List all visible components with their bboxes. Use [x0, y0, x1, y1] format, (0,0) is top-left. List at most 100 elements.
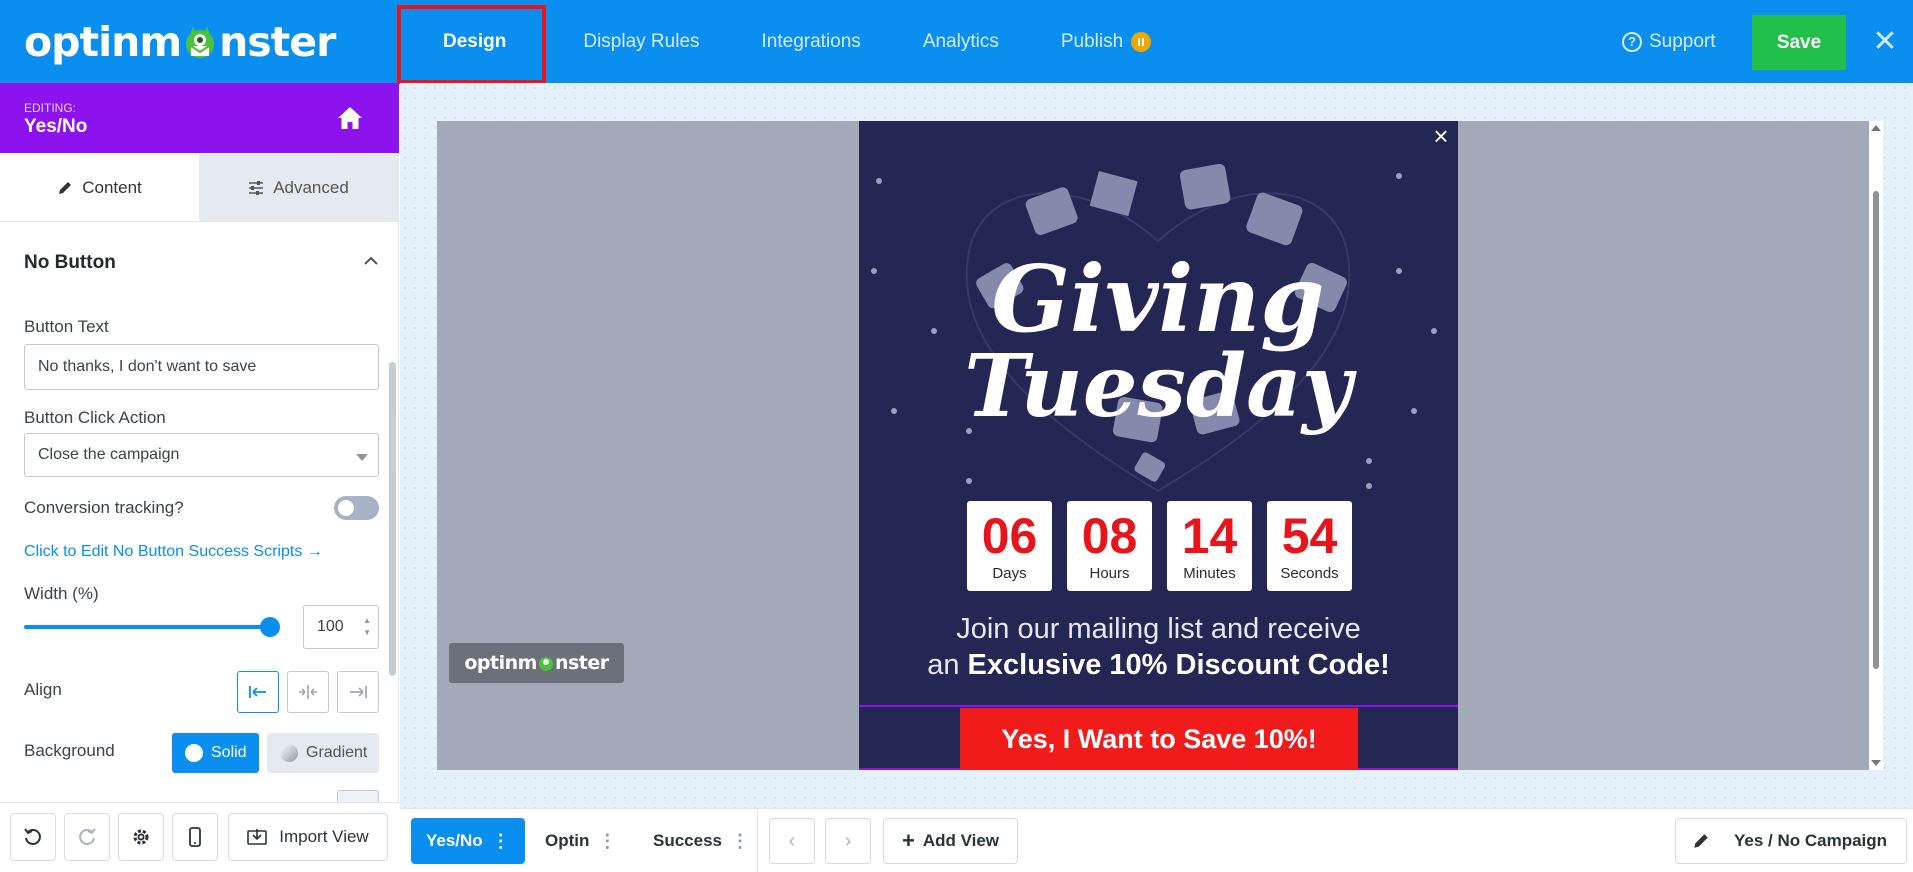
countdown-seconds-label: Seconds: [1280, 565, 1339, 582]
cta-selected-block[interactable]: Yes, I Want to Save 10%!: [859, 705, 1458, 770]
close-icon[interactable]: ✕: [1871, 24, 1899, 60]
support-link[interactable]: ? Support: [1622, 0, 1716, 83]
tab-advanced-label: Advanced: [273, 177, 349, 197]
gear-icon: [133, 829, 149, 845]
solid-dot-icon: [185, 744, 203, 762]
giving-tuesday-heart-art: Giving Tuesday: [871, 163, 1437, 493]
campaign-name-label: Yes / No Campaign: [1734, 831, 1888, 850]
badge-text-right: nster: [554, 652, 609, 674]
chevron-up-icon[interactable]: [362, 252, 380, 270]
divider: [757, 809, 758, 872]
promo-line-2-prefix: an: [927, 649, 968, 681]
view-tab-success[interactable]: Success ⋮: [638, 818, 764, 864]
countdown-seconds: 54 Seconds: [1267, 501, 1352, 591]
yes-cta-button[interactable]: Yes, I Want to Save 10%!: [960, 708, 1358, 770]
promo-line-1: Join our mailing list and receive: [956, 613, 1361, 645]
art-title-tuesday: Tuesday: [964, 336, 1357, 437]
prev-view-button[interactable]: ‹: [769, 818, 815, 864]
tab-advanced[interactable]: Advanced: [199, 153, 398, 222]
optinmonster-logo[interactable]: optinm nster: [24, 18, 336, 66]
gradient-dot-icon: [280, 744, 298, 762]
save-button[interactable]: Save: [1752, 15, 1846, 70]
pencil-icon: [1694, 834, 1708, 848]
editing-name: Yes/No: [24, 116, 88, 137]
click-action-label: Button Click Action: [24, 408, 166, 427]
view-tab-optin[interactable]: Optin ⋮: [530, 818, 631, 864]
width-slider-track[interactable]: [24, 625, 270, 629]
add-view-button[interactable]: + Add View: [883, 818, 1018, 864]
import-view-button[interactable]: Import View: [228, 813, 388, 861]
background-label: Background: [24, 741, 115, 760]
view-tab-yes-no[interactable]: Yes/No ⋮: [411, 818, 525, 864]
countdown-hours-label: Hours: [1089, 565, 1130, 582]
import-view-label: Import View: [279, 827, 369, 846]
button-text-input[interactable]: No thanks, I don't want to save: [24, 344, 379, 390]
kebab-menu-icon[interactable]: ⋮: [492, 832, 510, 850]
editing-header: EDITING: Yes/No: [0, 83, 399, 153]
click-action-select[interactable]: Close the campaign: [24, 433, 379, 477]
nav-analytics-label: Analytics: [922, 30, 999, 52]
promo-line-2-bold: Exclusive 10% Discount Code!: [967, 649, 1390, 681]
view-tab-optin-label: Optin: [545, 831, 590, 850]
panel-body: No Button Button Text No thanks, I don't…: [0, 222, 399, 802]
nav-integrations[interactable]: Integrations: [731, 0, 892, 83]
bg-gradient-label: Gradient: [306, 744, 368, 761]
conversion-toggle[interactable]: [334, 496, 379, 520]
success-scripts-link[interactable]: Click to Edit No Button Success Scripts …: [24, 543, 323, 561]
align-center-button[interactable]: [287, 671, 329, 713]
panel-scrollbar[interactable]: [389, 222, 396, 802]
mobile-icon: [189, 827, 201, 847]
campaign-popup: × Giving Tuesday 06 Days 08 Hours 14 Min…: [859, 121, 1458, 770]
sliders-icon: [249, 180, 264, 195]
section-title[interactable]: No Button: [24, 252, 116, 274]
preview-scrollbar-thumb[interactable]: [1873, 191, 1879, 669]
logo-text-right: nster: [219, 18, 336, 66]
nav-display-rules-label: Display Rules: [583, 30, 700, 52]
sidebar-toolbar: Import View: [0, 802, 399, 872]
nav-publish[interactable]: Publish: [1030, 0, 1182, 83]
align-right-button[interactable]: [337, 671, 379, 713]
bg-gradient-button[interactable]: Gradient: [267, 733, 379, 773]
redo-button[interactable]: [64, 813, 110, 861]
width-number-input[interactable]: 100 ▲ ▼: [303, 605, 379, 649]
nav-analytics[interactable]: Analytics: [892, 0, 1030, 83]
countdown-hours-value: 08: [1081, 508, 1138, 564]
caret-down-icon: [356, 454, 368, 461]
plus-icon: +: [901, 828, 915, 853]
help-circle-icon: ?: [1622, 31, 1642, 52]
panel-scrollbar-thumb[interactable]: [389, 362, 396, 676]
import-icon: [247, 829, 268, 845]
spinner-arrows-icon[interactable]: ▲ ▼: [363, 615, 371, 639]
promo-line-2: an Exclusive 10% Discount Code!: [859, 647, 1458, 683]
badge-text-left: optinm: [464, 652, 537, 674]
redo-icon: [79, 828, 96, 845]
color-swatch[interactable]: [337, 790, 379, 802]
conversion-label: Conversion tracking?: [24, 498, 184, 517]
promo-text[interactable]: Join our mailing list and receive an Exc…: [859, 611, 1458, 683]
countdown-days: 06 Days: [967, 501, 1052, 591]
nav-integrations-label: Integrations: [761, 30, 861, 52]
countdown-hours: 08 Hours: [1067, 501, 1152, 591]
undo-button[interactable]: [10, 813, 56, 861]
views-bar: Yes/No ⋮ Optin ⋮ Success ⋮ ‹ › + Add Vie…: [400, 808, 1913, 872]
kebab-menu-icon[interactable]: ⋮: [598, 832, 616, 850]
home-icon[interactable]: [336, 105, 364, 131]
tab-content[interactable]: Content: [0, 153, 199, 222]
scroll-down-arrow[interactable]: [1871, 760, 1881, 766]
panel-tabs: Content Advanced: [0, 153, 399, 222]
align-left-button[interactable]: [237, 671, 279, 713]
next-view-button[interactable]: ›: [825, 818, 871, 864]
countdown-days-value: 06: [981, 508, 1038, 564]
bg-solid-button[interactable]: Solid: [172, 733, 259, 773]
nav-display-rules[interactable]: Display Rules: [552, 0, 730, 83]
campaign-name-button[interactable]: Yes / No Campaign: [1675, 818, 1907, 864]
view-tab-success-label: Success: [653, 831, 722, 850]
paused-status-icon: [1131, 31, 1152, 52]
kebab-menu-icon[interactable]: ⋮: [731, 832, 749, 850]
settings-button[interactable]: [118, 813, 164, 861]
editor-sidebar: EDITING: Yes/No Content Advanced No Butt…: [0, 83, 399, 872]
preview-scrollbar[interactable]: [1869, 121, 1883, 770]
scroll-up-arrow[interactable]: [1871, 125, 1881, 131]
mobile-preview-button[interactable]: [172, 813, 218, 861]
width-slider-thumb[interactable]: [260, 617, 280, 637]
